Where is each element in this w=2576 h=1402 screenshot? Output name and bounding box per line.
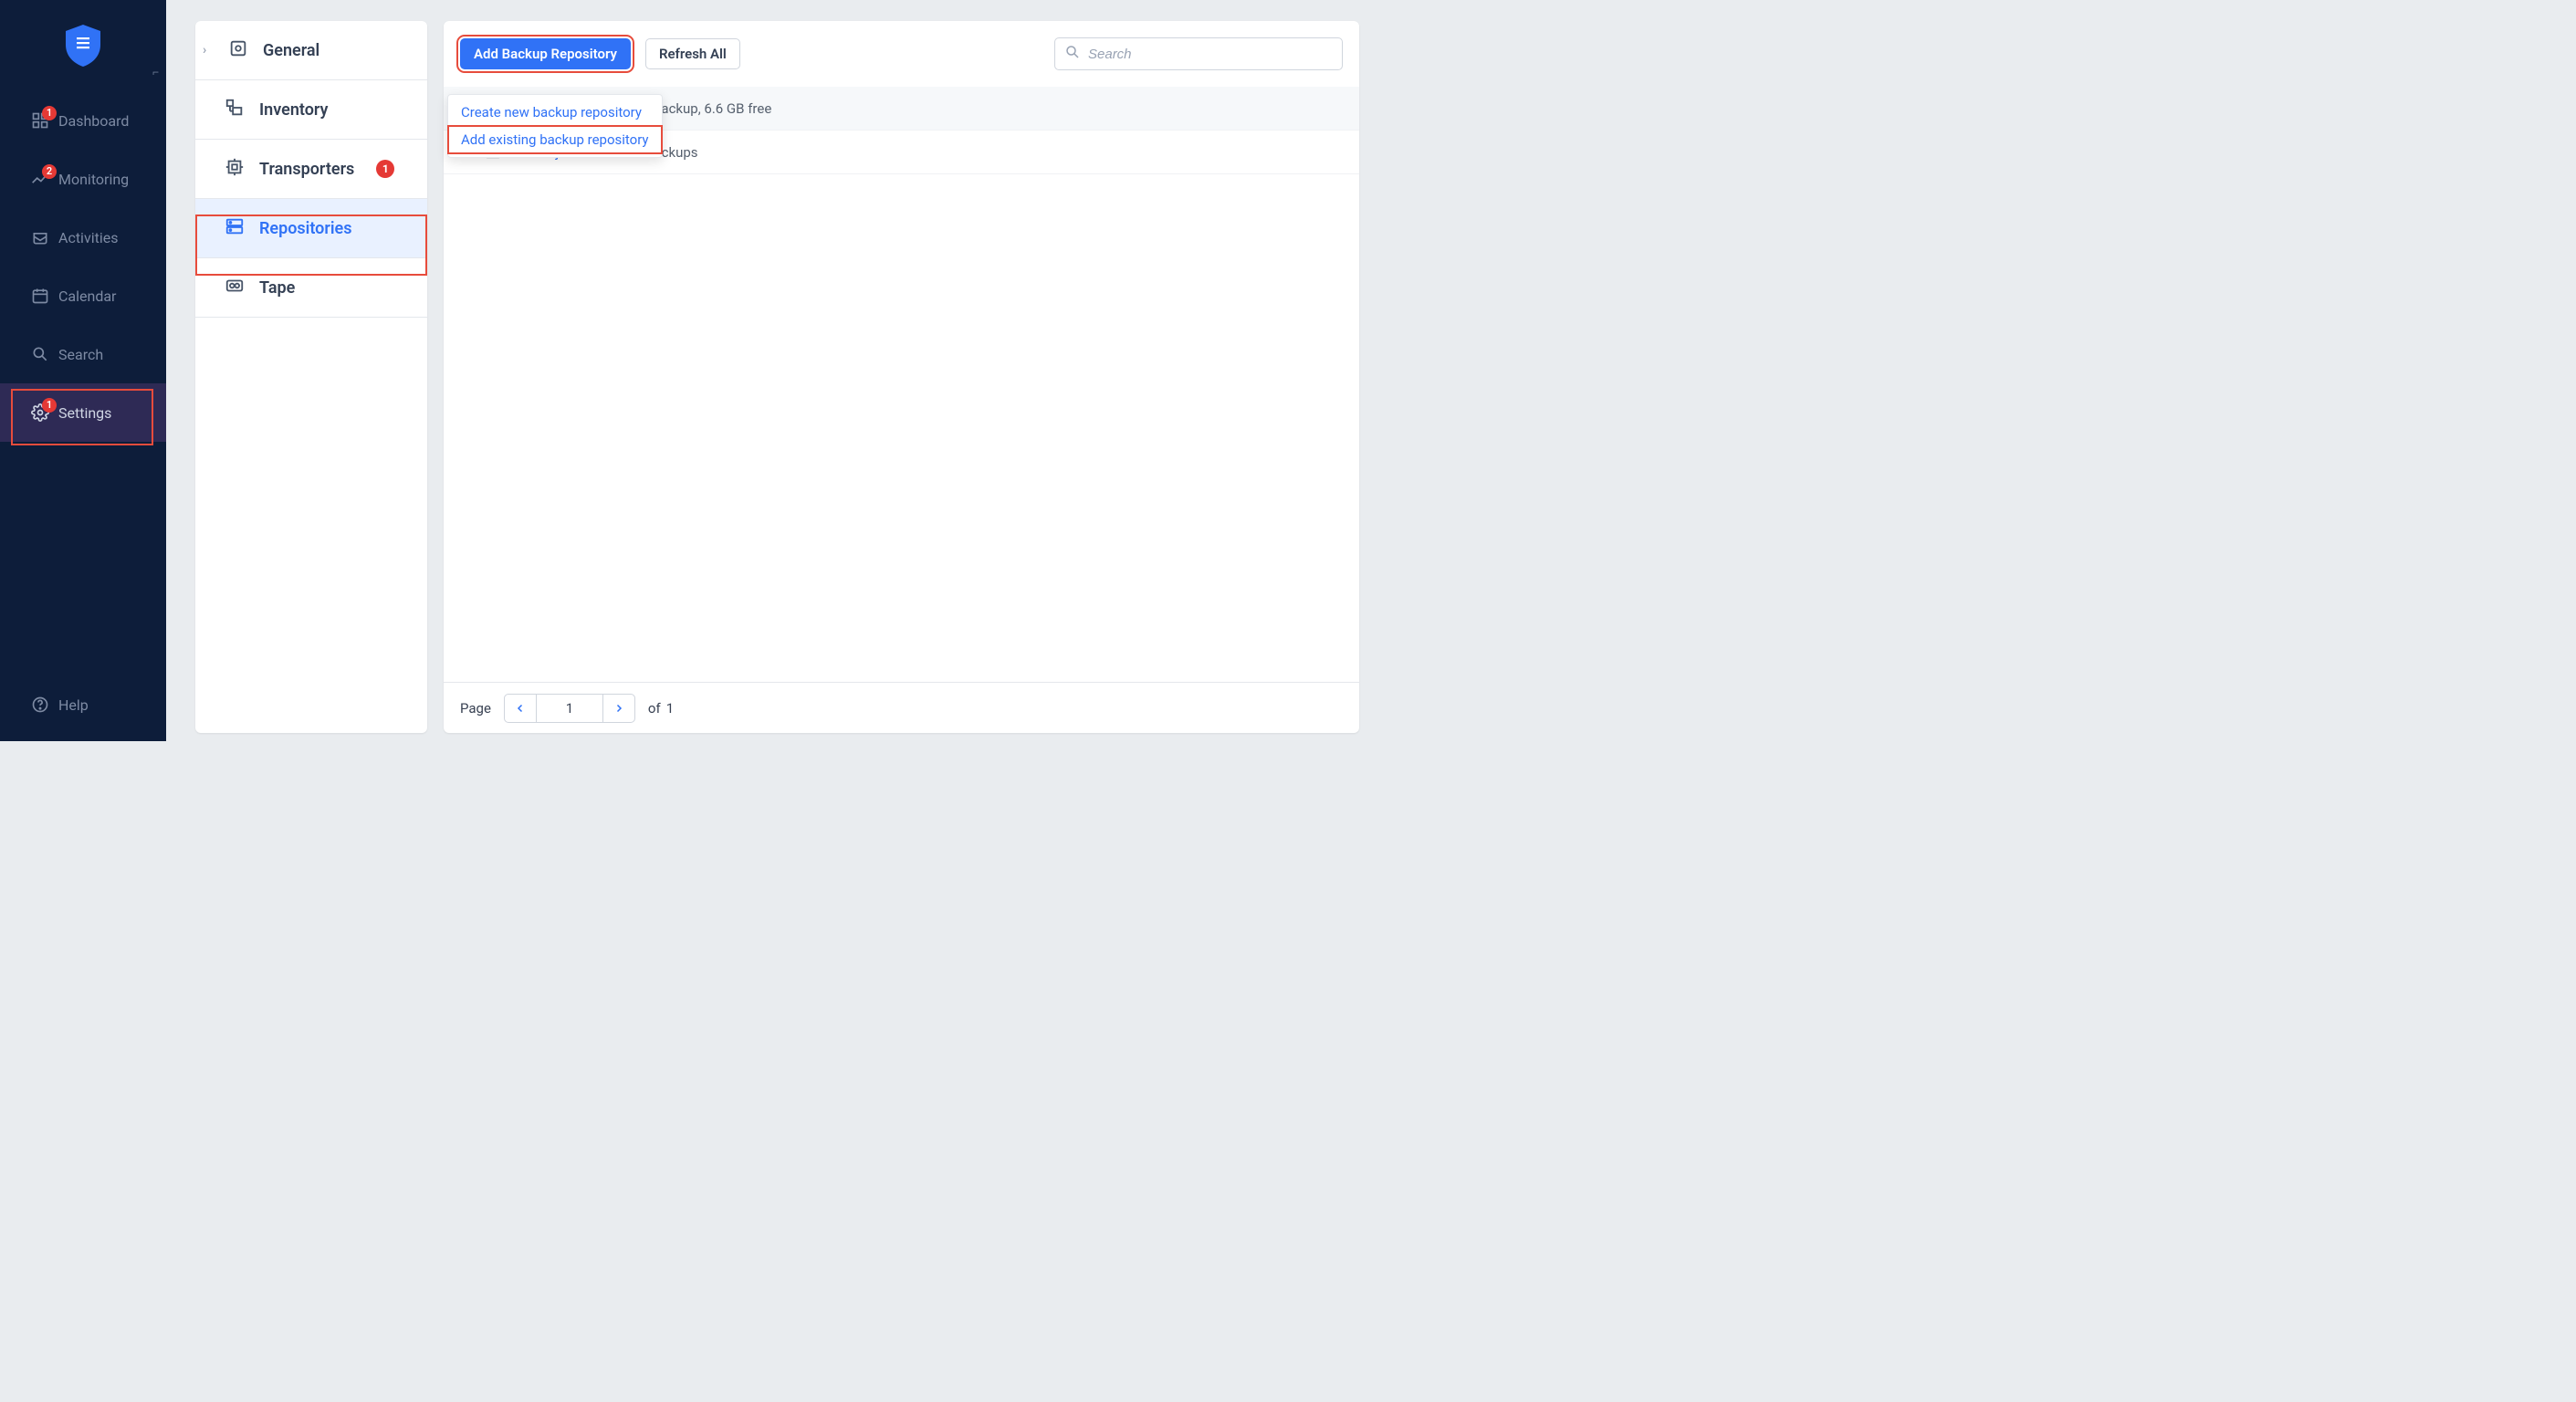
add-backup-repository-button[interactable]: Add Backup Repository xyxy=(460,38,631,69)
monitoring-icon: 2 xyxy=(31,170,58,188)
nav-monitoring-badge: 2 xyxy=(42,164,57,179)
subnav-tape-label: Tape xyxy=(259,278,295,298)
toolbar: Add Backup Repository Refresh All xyxy=(444,21,1359,87)
nav-monitoring[interactable]: 2 Monitoring xyxy=(0,150,166,208)
nav-help-label: Help xyxy=(58,696,89,714)
nav-settings-badge: 1 xyxy=(42,398,57,413)
repository-row-meta: backup, 6.6 GB free xyxy=(654,100,771,117)
settings-subnav: › General Inventory Transporters 1 Repos… xyxy=(195,21,427,733)
nav-activities-label: Activities xyxy=(58,229,118,246)
help-icon xyxy=(31,696,58,714)
pager-of-label: of xyxy=(648,700,661,717)
pager-control: 1 xyxy=(504,694,635,723)
nav-settings-label: Settings xyxy=(58,404,111,422)
nav-monitoring-label: Monitoring xyxy=(58,171,129,188)
gear-icon: 1 xyxy=(31,403,58,422)
nav-calendar[interactable]: Calendar xyxy=(0,267,166,325)
dropdown-create-new[interactable]: Create new backup repository xyxy=(448,99,662,126)
pager-next-button[interactable] xyxy=(603,695,634,722)
nav-calendar-label: Calendar xyxy=(58,288,116,305)
subnav-transporters-badge: 1 xyxy=(376,160,394,178)
subnav-inventory[interactable]: Inventory xyxy=(195,80,427,140)
inventory-icon xyxy=(225,98,245,122)
calendar-icon xyxy=(31,287,58,305)
subnav-repositories[interactable]: Repositories xyxy=(195,199,427,258)
subnav-tape[interactable]: Tape xyxy=(195,258,427,318)
general-settings-icon xyxy=(228,38,248,63)
nav-help[interactable]: Help xyxy=(0,675,166,734)
nav-dashboard-label: Dashboard xyxy=(58,112,129,130)
subnav-transporters-label: Transporters xyxy=(259,160,354,179)
tape-icon xyxy=(225,276,245,300)
search-icon xyxy=(31,345,58,363)
nav-items: 1 Dashboard 2 Monitoring Activities Cale… xyxy=(0,91,166,675)
repository-list: backup, 6.6 GB free S3_ Object _Lock 83 … xyxy=(444,87,1359,682)
dropdown-add-existing[interactable]: Add existing backup repository xyxy=(448,126,662,153)
nav-search[interactable]: Search xyxy=(0,325,166,383)
dashboard-icon: 1 xyxy=(31,111,58,130)
pager-current-page[interactable]: 1 xyxy=(536,695,603,722)
subnav-transporters[interactable]: Transporters 1 xyxy=(195,140,427,199)
chevron-right-icon: › xyxy=(203,43,206,58)
collapse-caret-icon[interactable]: ⌐ xyxy=(152,66,159,78)
main-nav: ⌐ 1 Dashboard 2 Monitoring Activities xyxy=(0,0,166,741)
subnav-repositories-label: Repositories xyxy=(259,219,351,238)
logo-area: ⌐ xyxy=(0,0,166,91)
nav-search-label: Search xyxy=(58,346,103,363)
activities-icon xyxy=(31,228,58,246)
search-icon xyxy=(1064,44,1081,64)
nav-bottom: Help xyxy=(0,675,166,741)
transporter-icon xyxy=(225,157,245,182)
search-input[interactable] xyxy=(1088,47,1333,62)
subnav-inventory-label: Inventory xyxy=(259,100,328,120)
pager-prev-button[interactable] xyxy=(505,695,536,722)
nav-activities[interactable]: Activities xyxy=(0,208,166,267)
subnav-general-label: General xyxy=(263,41,319,60)
add-repo-dropdown: Create new backup repository Add existin… xyxy=(447,94,663,158)
pagination: Page 1 of 1 xyxy=(444,682,1359,733)
subnav-general[interactable]: › General xyxy=(195,21,427,80)
nav-dashboard-badge: 1 xyxy=(42,106,57,120)
nav-settings[interactable]: 1 Settings xyxy=(0,383,166,442)
search-box[interactable] xyxy=(1054,37,1343,70)
pager-page-label: Page xyxy=(460,700,491,717)
refresh-all-button[interactable]: Refresh All xyxy=(645,38,740,69)
pager-total-pages: 1 xyxy=(666,700,674,717)
repository-icon xyxy=(225,216,245,241)
nav-dashboard[interactable]: 1 Dashboard xyxy=(0,91,166,150)
shield-logo-icon xyxy=(66,25,100,67)
